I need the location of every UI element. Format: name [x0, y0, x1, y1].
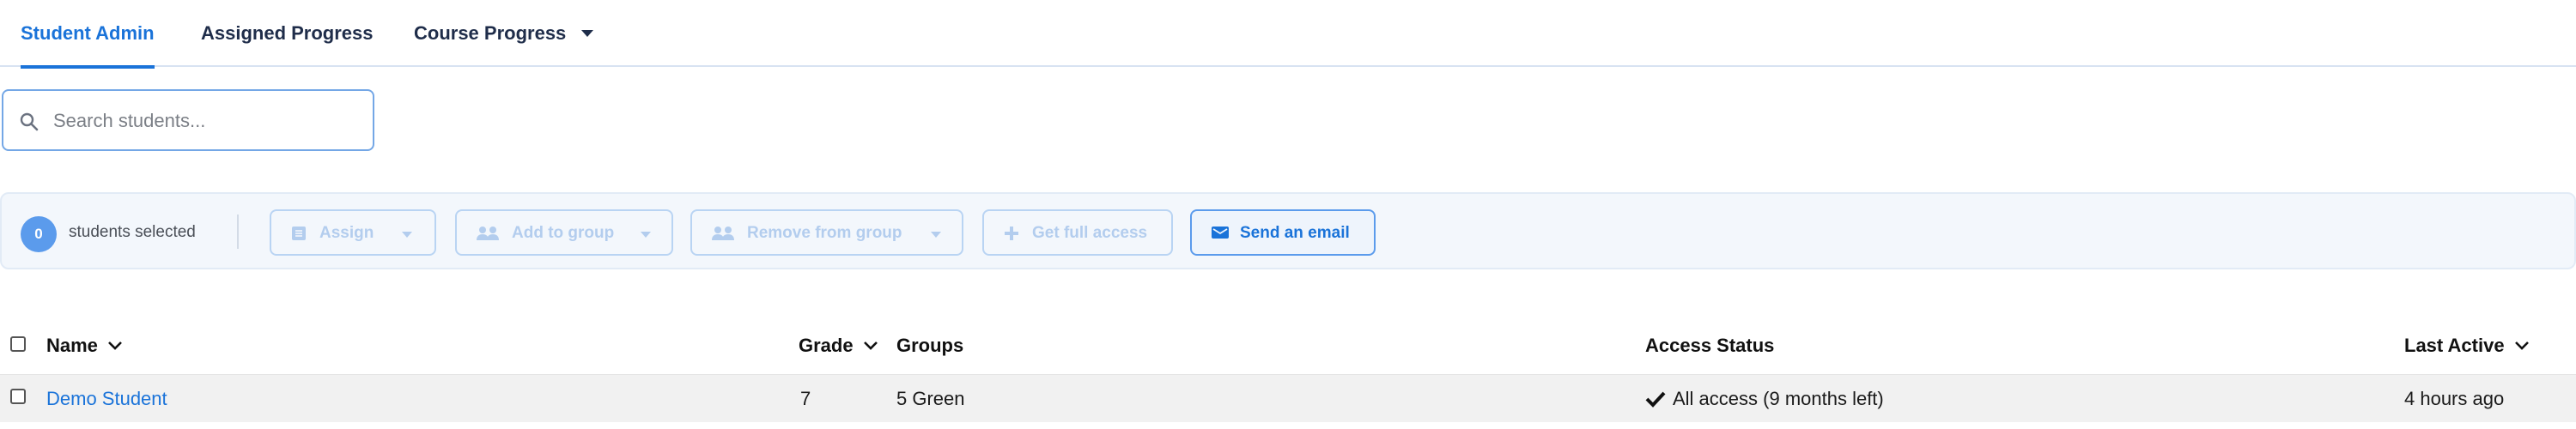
student-name-link[interactable]: Demo Student [46, 388, 167, 410]
add-to-group-button[interactable]: Add to group [455, 209, 673, 256]
search-input[interactable] [53, 103, 362, 139]
column-header-grade[interactable]: Grade [799, 335, 879, 357]
access-status: All access (9 months left) [1645, 388, 1884, 410]
column-label: Last Active [2404, 335, 2505, 356]
plus-icon [1005, 227, 1018, 240]
chevron-down-icon [863, 341, 878, 350]
table-header: Name Grade Groups Access Status Last Act… [0, 326, 2576, 367]
column-label: Name [46, 335, 98, 356]
student-grade: 7 [800, 388, 811, 409]
chevron-down-icon [2514, 341, 2529, 350]
access-status-text: All access (9 months left) [1673, 388, 1884, 409]
remove-from-group-button[interactable]: Remove from group [690, 209, 963, 256]
column-label: Grade [799, 335, 854, 356]
last-active: 4 hours ago [2404, 388, 2505, 409]
envelope-icon [1212, 227, 1229, 239]
get-full-access-button[interactable]: Get full access [982, 209, 1173, 256]
row-checkbox[interactable] [10, 389, 26, 404]
column-header-access-status: Access Status [1645, 335, 1774, 357]
people-icon [712, 227, 734, 240]
assign-button[interactable]: Assign [270, 209, 436, 256]
column-header-name[interactable]: Name [46, 335, 124, 357]
chevron-down-icon [581, 30, 594, 37]
chevron-down-icon [641, 232, 651, 238]
checkmark-icon [1645, 391, 1666, 408]
column-label: Groups [896, 335, 964, 356]
tab-label: Assigned Progress [201, 22, 374, 44]
people-icon [477, 227, 499, 240]
student-groups: 5 Green [896, 388, 965, 409]
tab-label: Student Admin [21, 22, 155, 44]
column-header-last-active[interactable]: Last Active [2404, 335, 2530, 357]
tab-assigned-progress[interactable]: Assigned Progress [201, 0, 374, 67]
table-row[interactable]: Demo Student 7 5 Green All access (9 mon… [0, 374, 2576, 422]
add-to-group-label: Add to group [512, 224, 615, 242]
column-label: Access Status [1645, 335, 1775, 356]
chevron-down-icon [108, 341, 122, 350]
tab-student-admin[interactable]: Student Admin [21, 0, 155, 69]
get-full-access-label: Get full access [1032, 224, 1148, 242]
tab-bar: Student Admin Assigned Progress Course P… [0, 0, 2576, 69]
list-icon [292, 227, 306, 240]
search-box [2, 89, 374, 151]
column-header-groups: Groups [896, 335, 963, 357]
search-icon [20, 112, 39, 131]
chevron-down-icon [931, 232, 941, 238]
selected-count-badge: 0 [21, 216, 57, 252]
select-all-checkbox[interactable] [10, 336, 26, 352]
send-email-label: Send an email [1240, 224, 1350, 242]
tab-course-progress[interactable]: Course Progress [414, 0, 594, 67]
remove-from-group-label: Remove from group [747, 224, 902, 242]
bulk-action-bar: 0 students selected Assign Add to group … [0, 192, 2576, 269]
selected-count-label: students selected [69, 223, 196, 241]
divider [237, 214, 239, 249]
send-email-button[interactable]: Send an email [1190, 209, 1376, 256]
tab-label: Course Progress [414, 22, 567, 44]
assign-label: Assign [319, 224, 374, 242]
chevron-down-icon [402, 232, 412, 238]
